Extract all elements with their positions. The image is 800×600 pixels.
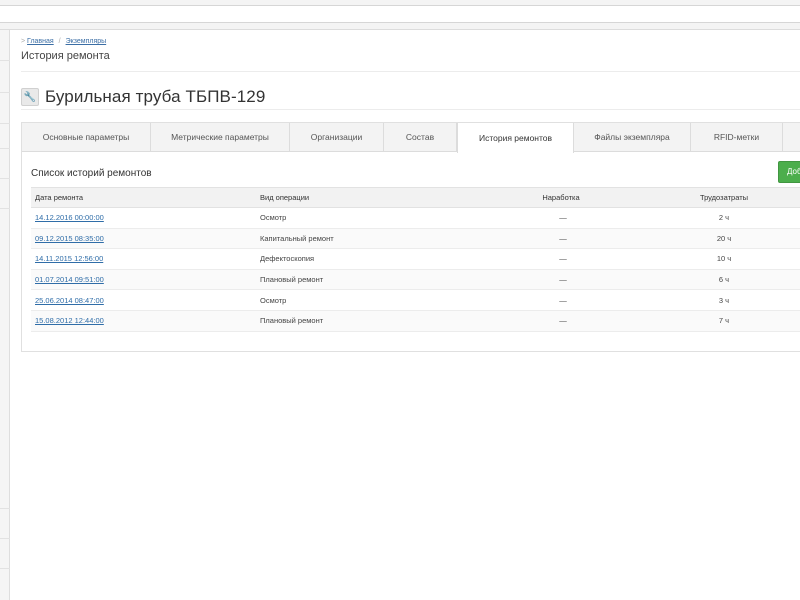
sidebar-divider: [0, 60, 10, 61]
breadcrumb-home-link[interactable]: Главная: [27, 38, 54, 45]
add-repair-button[interactable]: Доб: [778, 161, 800, 183]
operation-cell: Дефектоскопия: [256, 248, 486, 270]
column-header-date[interactable]: Дата ремонта: [31, 187, 256, 208]
labor-cell: 10 ч: [636, 248, 800, 270]
column-header-labor[interactable]: Трудозатраты: [636, 187, 800, 208]
table-header-row: Дата ремонта Вид операции Наработка Труд…: [31, 187, 800, 208]
left-sidebar: [0, 30, 10, 600]
sidebar-divider: [0, 123, 10, 124]
breadcrumb: > Главная / Экземпляры: [21, 38, 106, 45]
item-title: Бурильная труба ТБПВ-129: [45, 87, 266, 106]
hours-cell: —: [486, 228, 636, 250]
table-row: 25.06.2014 08:47:00 Осмотр — 3 ч: [31, 289, 800, 311]
home-arrow-icon: >: [21, 38, 26, 45]
tab-repair-history[interactable]: История ремонтов: [457, 123, 574, 153]
hours-cell: —: [486, 289, 636, 311]
browser-toolbar: [0, 0, 800, 30]
operation-cell: Осмотр: [256, 289, 486, 311]
tab-composition[interactable]: Состав: [384, 123, 457, 151]
table-row: 15.08.2012 12:44:00 Плановый ремонт — 7 …: [31, 310, 800, 332]
tab-rfid-tags[interactable]: RFID-метки: [691, 123, 783, 151]
address-bar[interactable]: [0, 5, 800, 23]
sidebar-divider: [0, 92, 10, 93]
labor-cell: 20 ч: [636, 228, 800, 250]
sidebar-divider: [0, 538, 10, 539]
tab-main-params[interactable]: Основные параметры: [22, 123, 151, 151]
hours-cell: —: [486, 310, 636, 332]
repair-date-link[interactable]: 25.06.2014 08:47:00: [35, 296, 104, 305]
column-header-hours[interactable]: Наработка: [486, 187, 636, 208]
operation-cell: Плановый ремонт: [256, 310, 486, 332]
breadcrumb-separator: /: [58, 38, 61, 45]
sidebar-divider: [0, 508, 10, 509]
table-row: 01.07.2014 09:51:00 Плановый ремонт — 6 …: [31, 269, 800, 291]
repair-date-link[interactable]: 14.11.2015 12:56:00: [35, 254, 103, 263]
labor-cell: 3 ч: [636, 289, 800, 311]
repair-date-link[interactable]: 01.07.2014 09:51:00: [35, 275, 104, 284]
repair-date-link[interactable]: 09.12.2015 08:35:00: [35, 234, 104, 243]
divider: [21, 71, 800, 72]
repair-list-title: Список историй ремонтов: [31, 168, 152, 179]
tab-bar: Основные параметры Метрические параметры…: [22, 123, 800, 153]
operation-cell: Плановый ремонт: [256, 269, 486, 291]
hours-cell: —: [486, 269, 636, 291]
table-row: 09.12.2015 08:35:00 Капитальный ремонт —…: [31, 228, 800, 250]
repair-date-link[interactable]: 15.08.2012 12:44:00: [35, 316, 104, 325]
table-row: 14.12.2016 00:00:00 Осмотр — 2 ч: [31, 207, 800, 229]
labor-cell: 7 ч: [636, 310, 800, 332]
sidebar-divider: [0, 178, 10, 179]
tab-metric-params[interactable]: Метрические параметры: [151, 123, 290, 151]
hours-cell: —: [486, 248, 636, 270]
item-panel: Основные параметры Метрические параметры…: [21, 122, 800, 352]
wrench-icon: 🔧: [21, 88, 39, 106]
operation-cell: Осмотр: [256, 207, 486, 229]
labor-cell: 2 ч: [636, 207, 800, 229]
main-content: > Главная / Экземпляры История ремонта 🔧…: [11, 30, 800, 600]
tab-instance-files[interactable]: Файлы экземпляра: [574, 123, 691, 151]
repair-date-link[interactable]: 14.12.2016 00:00:00: [35, 213, 104, 222]
labor-cell: 6 ч: [636, 269, 800, 291]
sidebar-divider: [0, 568, 10, 569]
sidebar-divider: [0, 208, 10, 209]
repair-history-table: Дата ремонта Вид операции Наработка Труд…: [31, 187, 800, 332]
tab-organizations[interactable]: Организации: [290, 123, 384, 151]
breadcrumb-instances-link[interactable]: Экземпляры: [66, 38, 107, 45]
table-row: 14.11.2015 12:56:00 Дефектоскопия — 10 ч: [31, 248, 800, 270]
divider: [21, 109, 800, 110]
item-header: 🔧 Бурильная труба ТБПВ-129: [21, 85, 265, 109]
operation-cell: Капитальный ремонт: [256, 228, 486, 250]
page-title: История ремонта: [21, 50, 110, 62]
column-header-operation[interactable]: Вид операции: [256, 187, 486, 208]
sidebar-divider: [0, 148, 10, 149]
hours-cell: —: [486, 207, 636, 229]
